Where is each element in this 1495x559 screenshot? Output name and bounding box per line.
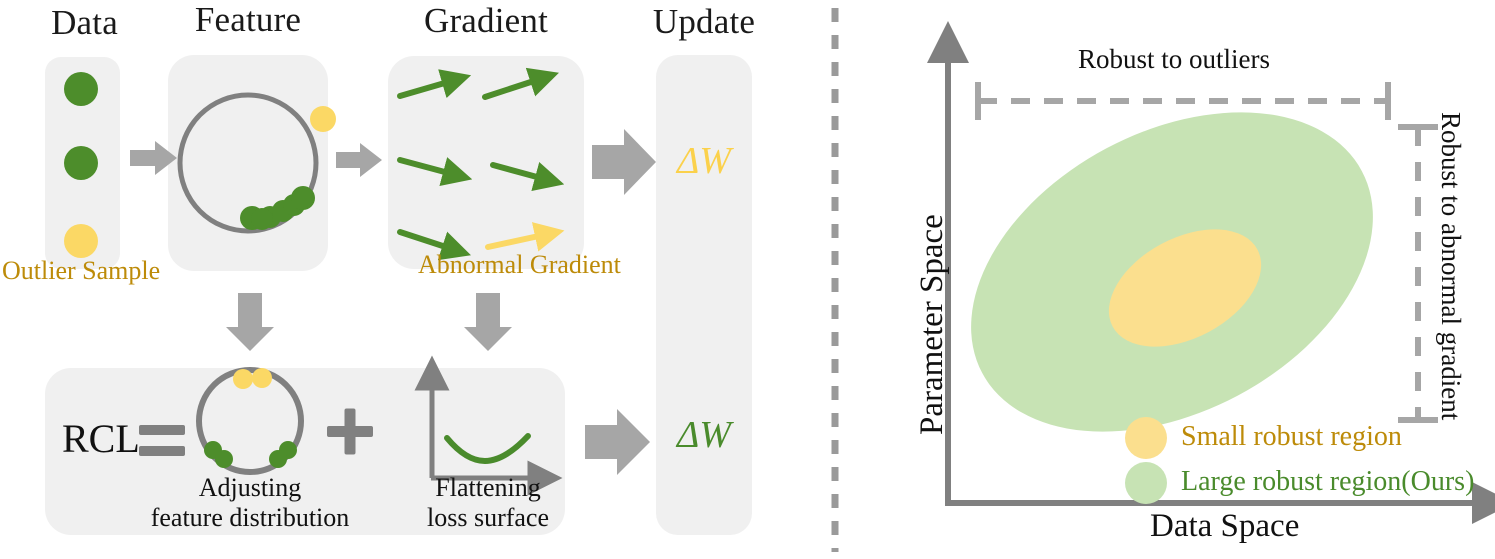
rcl-term2-caption-line1: Flattening [435,473,541,502]
data-sample-dot [64,72,98,106]
rcl-label: RCL [62,416,140,461]
bracket-right-label: Robust to abnormal gradient [1436,112,1466,421]
legend-label-large-region: Large robust region(Ours) [1181,466,1475,497]
rcl-term1-caption-line1: Adjusting [198,473,302,502]
legend-swatch-large [1125,462,1167,504]
column-title-update: Update [652,2,756,41]
figure-root: Data Feature Gradient Update Outlier Sam… [0,0,1495,559]
arrow-gradient-down [464,293,512,351]
bracket-top-label: Robust to outliers [1078,44,1271,74]
column-title-feature: Feature [194,0,302,39]
update-delta-w-ours: ΔW [677,414,731,456]
rcl-term1-caption-line2: feature distribution [150,503,350,532]
update-delta-w-baseline: ΔW [677,140,731,182]
arrow-feature-down [226,293,274,351]
abnormal-gradient-caption: Abnormal Gradient [418,250,621,279]
arrow-feature-to-gradient [336,143,382,177]
y-axis-label: Parameter Space [914,214,950,435]
bracket-robust-to-abnormal-gradient [1398,124,1438,423]
panel-feature [168,55,328,271]
arrow-rcl-to-update [585,409,650,475]
rcl-term2-caption-line2: loss surface [426,503,549,532]
x-axis-label: Data Space [1150,508,1300,544]
data-sample-dot [64,146,98,180]
panel-update [656,55,752,535]
outlier-sample-caption: Outlier Sample [2,256,161,285]
column-title-data: Data [51,3,118,42]
legend-label-small-region: Small robust region [1181,421,1402,452]
arrow-gradient-to-update [592,129,656,195]
bracket-robust-to-outliers [975,82,1391,120]
column-title-gradient: Gradient [423,1,549,40]
feature-outlier-dot [310,106,336,132]
data-outlier-dot [64,224,98,258]
legend-swatch-small [1125,417,1167,459]
